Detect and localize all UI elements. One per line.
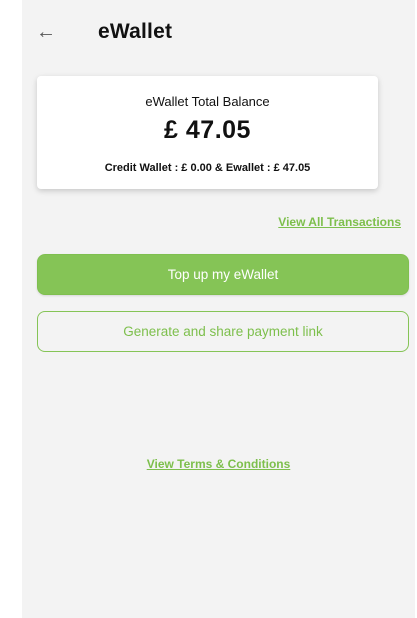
arrow-left-icon[interactable]: ← bbox=[36, 22, 60, 42]
balance-card: eWallet Total Balance £ 47.05 Credit Wal… bbox=[37, 76, 378, 189]
balance-amount: £ 47.05 bbox=[164, 116, 251, 144]
view-all-transactions-link[interactable]: View All Transactions bbox=[278, 215, 401, 229]
balance-label: eWallet Total Balance bbox=[145, 94, 270, 109]
payment-link-button[interactable]: Generate and share payment link bbox=[37, 311, 409, 352]
terms-link[interactable]: View Terms & Conditions bbox=[147, 457, 291, 471]
app-header: ← eWallet bbox=[22, 0, 415, 64]
terms-container: View Terms & Conditions bbox=[22, 455, 415, 473]
wallet-screen: ← eWallet eWallet Total Balance £ 47.05 … bbox=[22, 0, 415, 618]
top-up-button[interactable]: Top up my eWallet bbox=[37, 254, 409, 295]
page-title: eWallet bbox=[98, 20, 173, 43]
balance-breakdown: Credit Wallet : £ 0.00 & Ewallet : £ 47.… bbox=[104, 162, 311, 174]
